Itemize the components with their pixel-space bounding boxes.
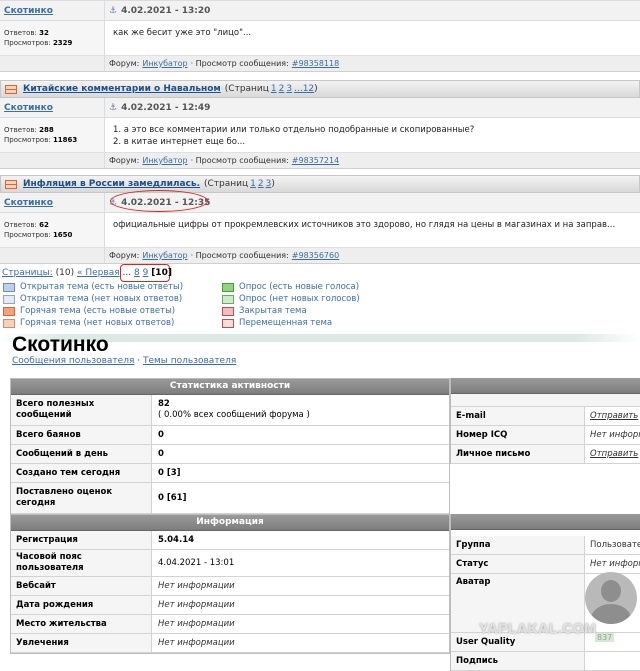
- post-date: 4.02.2021 - 12:49: [121, 102, 211, 113]
- forum-link[interactable]: Инкубатор: [142, 251, 187, 260]
- annotation-circle-date: [110, 190, 208, 212]
- legend-right: Опрос (есть новые голоса) Опрос (нет нов…: [222, 281, 360, 329]
- post-2: Китайские комментарии о Навальном (Страни…: [0, 80, 640, 169]
- post-author[interactable]: Скотинко: [0, 1, 104, 20]
- post-author[interactable]: Скотинко: [0, 193, 104, 212]
- message-link[interactable]: #98356760: [292, 251, 339, 260]
- activity-table: Статистика активности Всего полезных соо…: [10, 378, 450, 515]
- profile-name: Скотинко: [12, 333, 109, 356]
- pagination: Страницы: (10) « Первая ... 8 9 [10]: [2, 268, 172, 278]
- page-link[interactable]: 1: [271, 84, 277, 94]
- profile-links: Сообщения пользователя · Темы пользовате…: [12, 356, 237, 366]
- hot-new-icon: [3, 306, 15, 316]
- user-messages-link[interactable]: Сообщения пользователя: [12, 356, 134, 366]
- page-link[interactable]: 1: [250, 179, 256, 189]
- anchor-icon: ⚓: [109, 102, 118, 113]
- user-topics-link[interactable]: Темы пользователя: [143, 356, 236, 366]
- page-link-9[interactable]: 9: [143, 268, 149, 278]
- page-link[interactable]: 2: [258, 179, 264, 189]
- post-text: 1. а это все комментарии или только отде…: [113, 125, 475, 147]
- legend-left: Открытая тема (есть новые ответы) Открыт…: [3, 281, 183, 329]
- topic-old-icon: [3, 294, 15, 304]
- message-link[interactable]: #98357214: [292, 156, 339, 165]
- post-1: Скотинко ⚓ 4.02.2021 - 13:20 Ответов: 32 …: [0, 0, 640, 72]
- topic-envelope-icon: [5, 84, 17, 94]
- forum-link[interactable]: Инкубатор: [142, 156, 187, 165]
- page-link-8[interactable]: 8: [134, 268, 140, 278]
- anchor-icon: ⚓: [109, 5, 118, 16]
- current-page: [10]: [151, 268, 172, 278]
- page-link[interactable]: 2: [279, 84, 285, 94]
- hot-old-icon: [3, 318, 15, 328]
- post-stats: Ответов: 62 Просмотров: 1650: [0, 213, 105, 247]
- watermark: YAPLAKAL.COM: [479, 620, 597, 636]
- message-link[interactable]: #98358118: [292, 59, 339, 68]
- topic-title[interactable]: Инфляция в России замедлилась.: [23, 179, 200, 189]
- contacts-panel: E-mailОтправить Номер ICQНет информации …: [450, 378, 640, 464]
- post-date: 4.02.2021 - 13:20: [121, 5, 211, 16]
- quality-badge: 837: [595, 633, 615, 642]
- pm-link[interactable]: Отправить: [585, 445, 640, 463]
- information-table: Информация Регистрация 5.04.14 Часовой по…: [10, 514, 450, 654]
- email-link[interactable]: Отправить: [585, 407, 640, 425]
- poll-new-icon: [222, 282, 234, 292]
- post-text: официальные цифры от прокремлевских исто…: [113, 220, 616, 230]
- information-header: Информация: [11, 515, 449, 531]
- forum-link[interactable]: Инкубатор: [142, 59, 187, 68]
- post-stats: Ответов: 32 Просмотров: 2329: [0, 21, 105, 55]
- activity-header: Статистика активности: [11, 379, 449, 395]
- post-3: Инфляция в России замедлилась. (Страниц 1 2…: [0, 175, 640, 264]
- avatar: [585, 572, 637, 624]
- moved-icon: [222, 318, 234, 328]
- topic-envelope-icon: [5, 179, 17, 189]
- first-page-link[interactable]: « Первая: [77, 268, 120, 278]
- post-author[interactable]: Скотинко: [0, 98, 104, 117]
- post-text: как же бесит уже это "лицо"...: [113, 28, 252, 38]
- topic-new-icon: [3, 282, 15, 292]
- lock-icon: [222, 306, 234, 316]
- topic-title[interactable]: Китайские комментарии о Навальном: [23, 84, 221, 94]
- page-link[interactable]: ...12: [294, 84, 314, 94]
- post-stats: Ответов: 288 Просмотров: 11863: [0, 118, 105, 152]
- page-link[interactable]: 3: [286, 84, 292, 94]
- poll-old-icon: [222, 294, 234, 304]
